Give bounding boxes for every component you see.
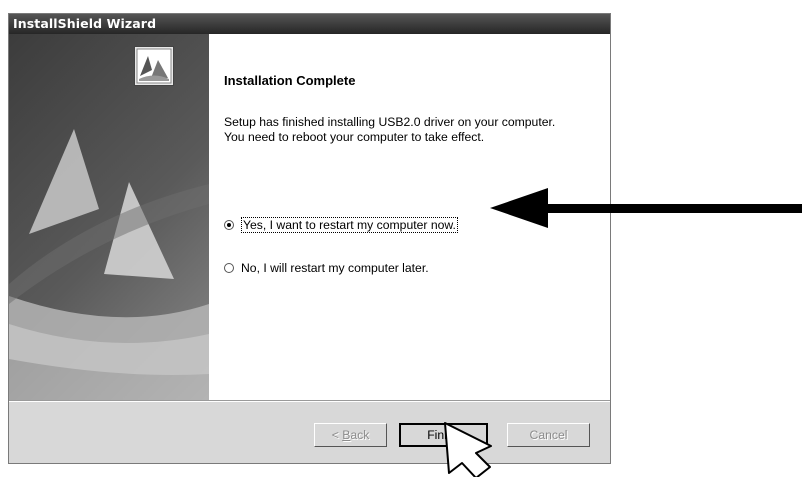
mouse-cursor-icon: [444, 422, 492, 477]
